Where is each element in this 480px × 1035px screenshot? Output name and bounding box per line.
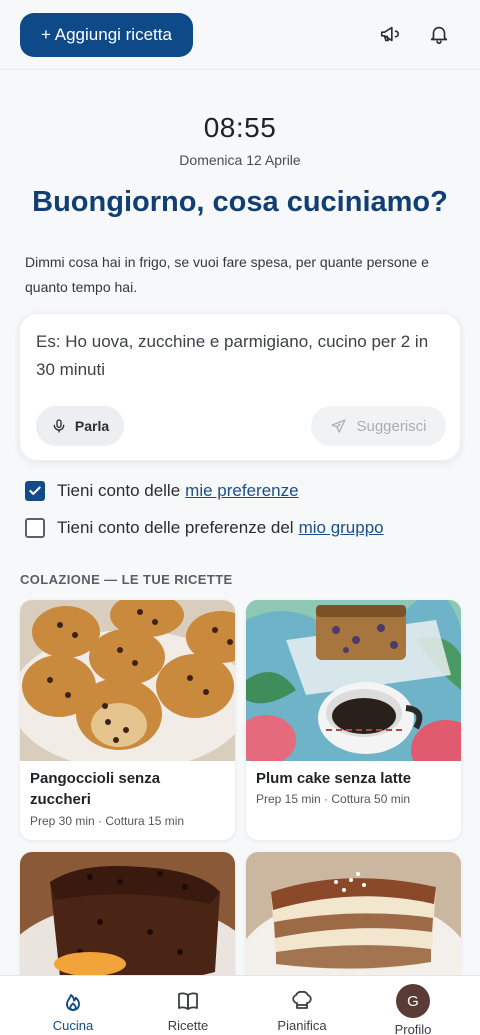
recipe-meta: Prep 30 min · Cottura 15 min [30,814,185,828]
prompt-input[interactable]: Es: Ho uova, zucchine e parmigiano, cuci… [36,328,446,384]
nav-label-ricette: Ricette [167,1018,209,1033]
nav-item-pianifica[interactable]: Pianifica [257,976,347,1035]
recipe-meta: Prep 15 min · Cottura 50 min [256,792,411,806]
intro-text: Dimmi cosa hai in frigo, se vuoi fare sp… [25,254,429,295]
group-preferences-option[interactable]: Tieni conto delle preferenze del mio gru… [25,518,384,538]
clock-time: 08:55 [203,112,277,143]
avatar[interactable]: G [396,984,430,1018]
my-preferences-checkbox[interactable] [25,481,45,501]
nav-label-pianifica: Pianifica [277,1018,327,1033]
suggest-button-label: Suggerisci [356,417,427,435]
nav-item-cucina[interactable]: Cucina [28,976,118,1035]
nav-label-cucina: Cucina [52,1018,94,1033]
send-icon [331,418,346,433]
bell-icon[interactable] [427,22,451,46]
add-recipe-button[interactable]: + Aggiungi ricetta [20,13,193,57]
group-preferences-checkbox[interactable] [25,518,45,538]
speak-button-label: Parla [74,418,110,434]
nav-label-profilo: Profilo [394,1022,432,1035]
chef-hat-icon [292,990,312,1009]
nav-item-profilo[interactable]: G Profilo [368,976,458,1035]
recipe-title: Plum cake senza latte [256,770,412,787]
nav-item-ricette[interactable]: Ricette [143,976,233,1035]
recipe-title: Pangoccioli senza zuccheri [30,770,161,808]
prompt-card: Es: Ho uova, zucchine e parmigiano, cuci… [19,313,461,461]
my-preferences-option[interactable]: Tieni conto delle mie preferenze [25,481,299,501]
bottom-navigation: Cucina Ricette Pianifica G Profilo [0,975,480,1035]
recipe-card[interactable]: Pangoccioli senza zuccheri Prep 30 min ·… [20,600,235,840]
group-preferences-text: Tieni conto delle preferenze del [57,518,294,537]
top-bar: + Aggiungi ricetta [0,0,480,70]
speak-button[interactable]: Parla [36,406,124,446]
flame-icon [66,994,80,1011]
recipe-image-plum-cake [246,600,461,761]
group-preferences-link[interactable]: mio gruppo [299,518,384,538]
current-date: Domenica 12 Aprile [179,152,301,168]
megaphone-icon[interactable] [378,22,402,46]
book-icon [178,992,198,1010]
suggest-button[interactable]: Suggerisci [311,406,446,446]
check-icon [29,486,41,495]
microphone-icon [53,419,65,433]
section-title: COLAZIONE — LE TUE RICETTE [20,572,233,587]
recipe-card[interactable]: Plum cake senza latte Prep 15 min · Cott… [246,600,461,840]
my-preferences-text: Tieni conto delle [57,481,181,500]
page-title: Buongiorno, cosa cuciniamo? [32,186,448,218]
my-preferences-link[interactable]: mie preferenze [185,481,298,501]
recipe-image-pangoccioli [20,600,235,761]
